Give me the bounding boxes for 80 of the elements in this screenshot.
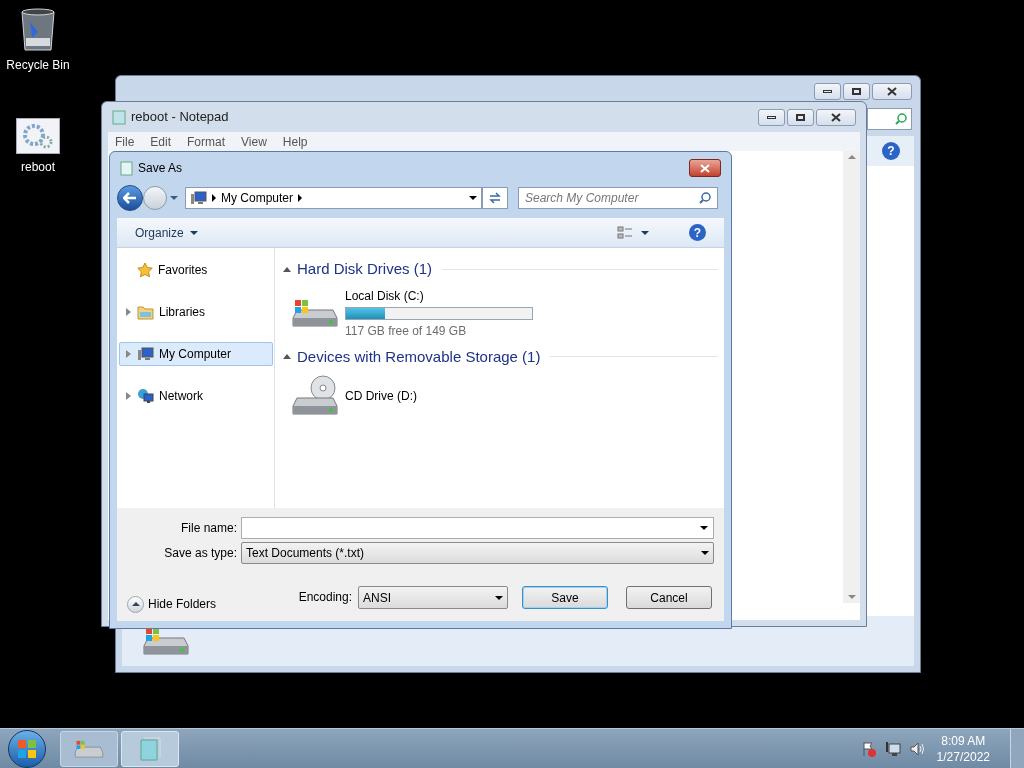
network-icon <box>137 388 154 404</box>
file-type-dropdown[interactable]: Text Documents (*.txt) <box>241 542 714 564</box>
speaker-icon[interactable] <box>908 740 925 757</box>
notepad-icon <box>120 160 133 176</box>
field-label: Encoding: <box>298 589 352 606</box>
search-icon <box>895 113 907 125</box>
view-options-button[interactable] <box>617 225 649 240</box>
navigation-item[interactable]: Network <box>119 384 273 408</box>
menu-item[interactable]: Help <box>275 132 315 151</box>
encoding-dropdown[interactable]: ANSI <box>358 586 508 609</box>
minimize-button[interactable] <box>758 108 785 126</box>
desktop-icon-label[interactable]: Recycle Bin <box>6 56 70 74</box>
back-button[interactable] <box>117 185 143 211</box>
address-bar[interactable]: My Computer <box>185 187 482 209</box>
help-icon[interactable]: ? <box>882 142 900 160</box>
computer-icon <box>190 190 207 206</box>
close-button[interactable] <box>689 159 721 177</box>
search-field[interactable]: Search My Computer <box>518 187 718 209</box>
drive-name[interactable]: CD Drive (D:) <box>345 387 417 405</box>
dialog-title: Save As <box>138 160 184 177</box>
close-icon <box>700 163 710 173</box>
close-icon <box>831 112 841 122</box>
navigation-item[interactable]: Favorites <box>119 258 273 282</box>
dialog-button[interactable]: Cancel <box>626 586 712 609</box>
close-button[interactable] <box>872 83 912 100</box>
expand-arrow-icon[interactable] <box>126 392 131 400</box>
computer-icon <box>137 346 154 362</box>
folder-icon <box>137 304 154 320</box>
field-label: Save as type: <box>163 545 237 562</box>
notepad-icon <box>138 735 162 762</box>
back-arrow-icon <box>123 192 137 204</box>
dropdown-icon[interactable] <box>700 526 708 530</box>
menu-item[interactable]: File <box>108 132 142 151</box>
scroll-up-icon <box>847 155 856 159</box>
close-icon <box>887 87 897 96</box>
network-icon[interactable] <box>884 740 901 757</box>
maximize-button[interactable] <box>787 108 814 126</box>
menu-item[interactable]: View <box>234 132 274 151</box>
drive-name[interactable]: Local Disk (C:) <box>345 286 533 305</box>
drive-free-space: 117 GB free of 149 GB <box>345 322 468 340</box>
group-header[interactable]: Devices with Removable Storage (1) <box>297 345 541 368</box>
navigation-item[interactable]: Libraries <box>119 300 273 324</box>
field-label: File name: <box>179 520 237 537</box>
breadcrumb-separator-icon <box>212 194 216 202</box>
help-icon[interactable]: ? <box>689 224 706 241</box>
menu-item[interactable]: Edit <box>143 132 179 151</box>
maximize-button[interactable] <box>843 83 870 100</box>
file-name-field[interactable] <box>241 517 714 539</box>
menu-item[interactable]: Format <box>180 132 233 151</box>
breadcrumb-separator-icon <box>298 194 303 202</box>
action-center-flag-icon[interactable] <box>860 740 877 757</box>
windows-logo-icon <box>17 738 37 759</box>
notepad-icon <box>112 109 126 125</box>
expand-arrow-icon[interactable] <box>126 308 131 316</box>
expand-arrow-icon[interactable] <box>126 350 131 358</box>
search-icon <box>699 192 711 204</box>
scroll-down-icon <box>847 595 856 599</box>
start-button[interactable] <box>8 729 46 768</box>
hide-folders-button[interactable]: Hide Folders <box>127 595 217 613</box>
refresh-icon <box>488 192 502 204</box>
window-title: reboot - Notepad <box>131 108 230 127</box>
vertical-scrollbar[interactable] <box>843 151 860 603</box>
collapse-arrow-icon[interactable] <box>283 266 291 272</box>
search-input[interactable]: Search My Computer <box>525 189 699 207</box>
star-icon <box>137 262 153 278</box>
minimize-button[interactable] <box>814 83 841 100</box>
collapse-arrow-icon[interactable] <box>283 354 291 360</box>
close-button[interactable] <box>816 108 856 126</box>
organize-button[interactable]: Organize <box>135 223 198 242</box>
recycle-bin-icon <box>20 8 56 52</box>
refresh-button[interactable] <box>482 187 508 209</box>
group-header[interactable]: Hard Disk Drives (1) <box>297 258 432 281</box>
desktop-icon-label[interactable]: reboot <box>21 158 55 176</box>
dialog-button[interactable]: Save <box>522 586 608 609</box>
search-field[interactable] <box>867 108 912 130</box>
dropdown-icon[interactable] <box>469 196 477 200</box>
breadcrumb-item[interactable]: My Computer <box>221 189 294 207</box>
gears-file-icon <box>16 118 60 154</box>
navigation-item[interactable]: My Computer <box>119 342 273 366</box>
cd-drive-icon <box>291 374 339 418</box>
